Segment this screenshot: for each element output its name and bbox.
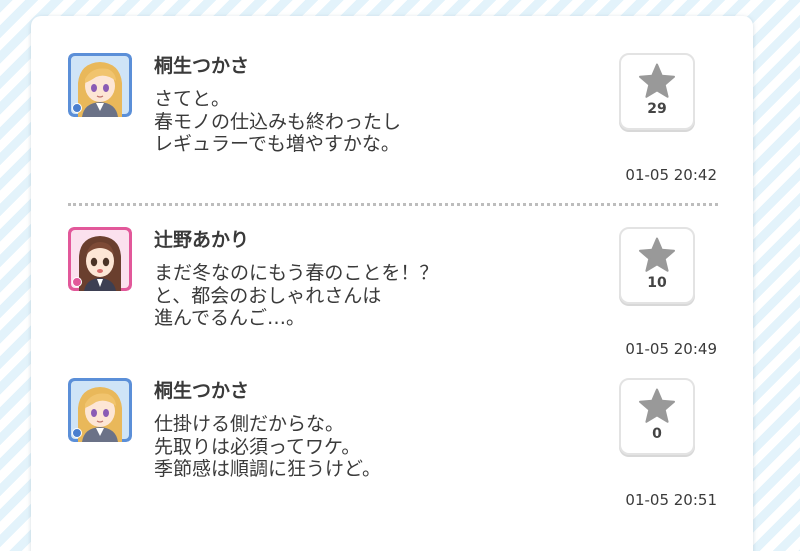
message-line: 先取りは必須ってワケ。: [154, 435, 361, 458]
post-timestamp: 01-05 20:51: [625, 491, 717, 509]
author-name[interactable]: 辻野あかり: [154, 228, 249, 252]
message-line: 進んでるんご…。: [154, 307, 306, 329]
message-line: レギュラーでも増やすかな。: [154, 133, 400, 155]
like-count: 10: [647, 275, 667, 291]
author-avatar[interactable]: [68, 53, 132, 117]
tsukasa-avatar: [68, 378, 132, 442]
tsukasa-avatar: [68, 53, 132, 117]
author-name[interactable]: 桐生つかさ: [154, 54, 249, 78]
like-button[interactable]: 0: [619, 378, 695, 455]
message-line: と、都会のおしゃれさんは: [154, 284, 382, 307]
message-line: まだ冬なのにもう春のことを！？: [154, 262, 439, 284]
like-button[interactable]: 10: [619, 227, 695, 304]
like-button[interactable]: 29: [619, 53, 695, 130]
author-avatar[interactable]: [68, 378, 132, 442]
like-count: 0: [652, 426, 662, 442]
author-avatar[interactable]: [68, 227, 132, 291]
post-divider: [68, 203, 718, 206]
post-timestamp: 01-05 20:49: [625, 340, 717, 358]
star-icon: [639, 237, 675, 272]
timeline-card: 桐生つかさ さてと。 春モノの仕込みも終わったし レギュラーでも増やすかな。 2…: [31, 16, 753, 551]
akari-avatar: [68, 227, 132, 291]
author-name[interactable]: 桐生つかさ: [154, 379, 249, 403]
post-message: まだ冬なのにもう春のことを！？ と、都会のおしゃれさんは 進んでるんご…。: [154, 262, 438, 330]
post-message: 仕掛ける側だからな。 先取りは必須ってワケ。 季節感は順調に狂うけど。: [154, 413, 381, 481]
message-line: 仕掛ける側だからな。: [154, 413, 345, 435]
star-icon: [639, 63, 675, 98]
post-message: さてと。 春モノの仕込みも終わったし レギュラーでも増やすかな。: [154, 88, 401, 156]
message-line: 季節感は順調に狂うけど。: [154, 458, 382, 480]
post-timestamp: 01-05 20:42: [625, 166, 717, 184]
star-icon: [639, 388, 675, 423]
message-line: さてと。: [154, 88, 231, 110]
message-line: 春モノの仕込みも終わったし: [154, 110, 402, 133]
like-count: 29: [647, 101, 667, 117]
